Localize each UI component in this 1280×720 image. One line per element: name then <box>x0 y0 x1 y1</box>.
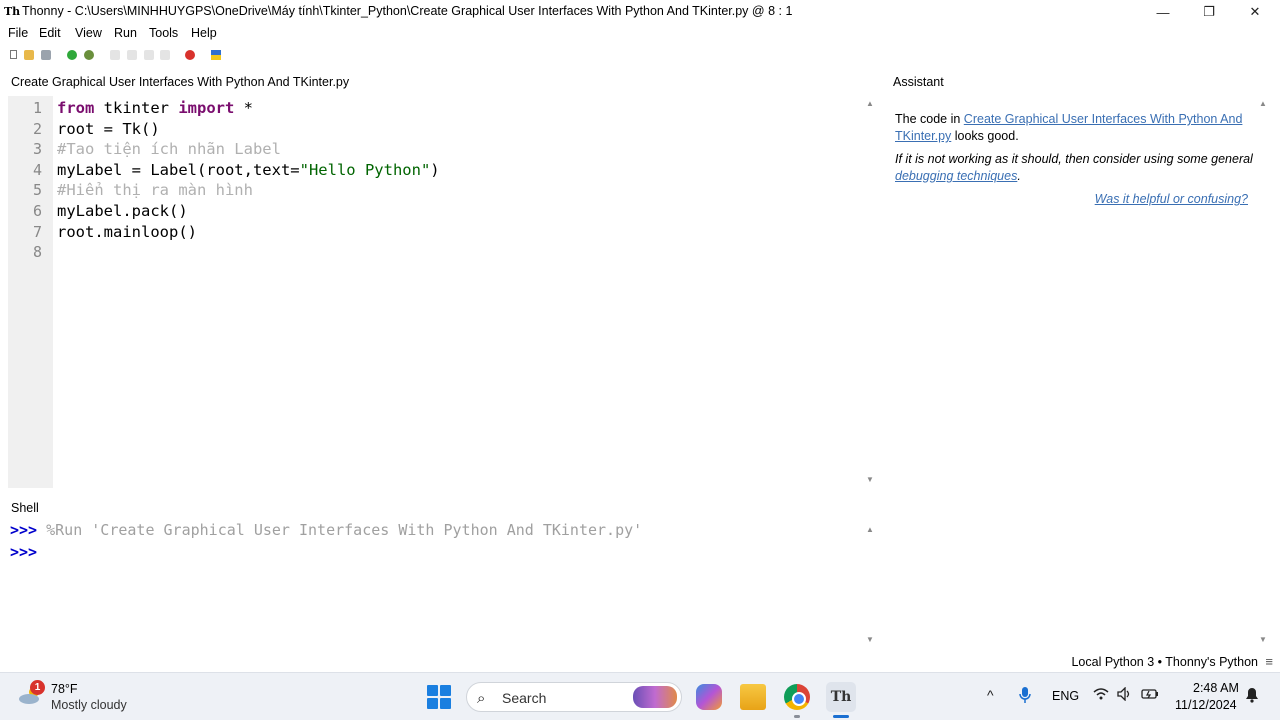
menu-view[interactable]: View <box>75 26 102 40</box>
minimize-button[interactable]: — <box>1140 0 1186 24</box>
thonny-taskbar-icon[interactable]: Th <box>826 682 856 712</box>
shell-prompt: >>> <box>10 543 38 561</box>
code-line-2: root = Tk() <box>57 119 160 138</box>
assistant-text: The code in <box>895 112 964 126</box>
menu-edit[interactable]: Edit <box>39 26 61 40</box>
shell-scroll-up-icon[interactable]: ▲ <box>866 525 874 534</box>
window-title: Thonny - C:\Users\MINHHUYGPS\OneDrive\Má… <box>22 4 793 18</box>
code-text: ) <box>430 160 440 179</box>
ukraine-flag-bottom-icon <box>211 55 221 60</box>
weather-temperature[interactable]: 78°F <box>51 682 78 696</box>
maximize-button[interactable]: ❐ <box>1186 0 1232 24</box>
assistant-text: looks good. <box>951 129 1019 143</box>
line-number: 8 <box>32 243 42 262</box>
string-literal: "Hello Python" <box>299 160 431 179</box>
tray-chevron-icon[interactable]: ^ <box>987 687 994 703</box>
open-file-icon[interactable] <box>24 50 34 60</box>
new-file-icon[interactable] <box>10 50 17 59</box>
file-explorer-icon[interactable] <box>740 684 766 710</box>
running-indicator <box>794 715 800 718</box>
search-placeholder: Search <box>502 690 547 706</box>
windows-start-icon[interactable] <box>427 685 451 709</box>
line-number: 2 <box>32 119 42 138</box>
status-bar: Local Python 3 • Thonny's Python ≡ <box>0 652 1280 672</box>
shell-input-line[interactable]: >>> <box>10 543 37 561</box>
assistant-text: . <box>1017 169 1021 183</box>
notification-bell-icon[interactable] <box>1245 687 1259 703</box>
weather-condition[interactable]: Mostly cloudy <box>51 698 127 712</box>
step-over-icon[interactable] <box>110 50 120 60</box>
debug-icon[interactable] <box>84 50 94 60</box>
active-indicator <box>833 715 849 718</box>
code-line-1: from tkinter import * <box>57 98 253 119</box>
status-menu-icon[interactable]: ≡ <box>1265 654 1273 669</box>
interpreter-status[interactable]: Local Python 3 • Thonny's Python <box>1071 655 1258 669</box>
code-text: tkinter <box>94 99 179 117</box>
search-highlight-image <box>633 686 677 708</box>
taskbar-search[interactable]: ⌕ Search <box>466 682 682 712</box>
stop-icon[interactable] <box>185 50 195 60</box>
code-text: * <box>234 99 253 117</box>
code-line-6: myLabel.pack() <box>57 202 188 220</box>
clock-date[interactable]: 11/12/2024 <box>1175 698 1237 712</box>
code-line-7: root.mainloop() <box>57 222 197 241</box>
line-number: 4 <box>32 160 42 179</box>
line-number: 7 <box>32 222 42 241</box>
menu-help[interactable]: Help <box>191 26 217 40</box>
code-line-4: myLabel = Label(root,text="Hello Python"… <box>57 160 440 181</box>
menu-tools[interactable]: Tools <box>149 26 178 40</box>
save-file-icon[interactable] <box>41 50 51 60</box>
shell-scroll-down-icon[interactable]: ▼ <box>866 635 874 644</box>
shell-command: %Run 'Create Graphical User Interfaces W… <box>37 521 643 539</box>
toolbar <box>0 46 1280 66</box>
shell-history-line: >>> %Run 'Create Graphical User Interfac… <box>10 521 642 539</box>
code-editor[interactable]: from tkinter import * root = Tk() #Tao t… <box>57 96 857 488</box>
menu-bar: File Edit View Run Tools Help <box>0 24 1280 44</box>
close-button[interactable]: ✕ <box>1232 0 1278 24</box>
assistant-scroll-up-icon[interactable]: ▲ <box>1259 99 1267 108</box>
run-icon[interactable] <box>67 50 77 60</box>
code-line-5: #Hiển thị ra màn hình <box>57 181 253 200</box>
microphone-icon[interactable] <box>1019 687 1031 703</box>
taskbar: 1 78°F Mostly cloudy ⌕ Search Th ^ ENG 2… <box>0 672 1280 720</box>
assistant-scroll-down-icon[interactable]: ▼ <box>1259 635 1267 644</box>
thonny-logo-icon: Th <box>4 5 21 18</box>
editor-scroll-down-icon[interactable]: ▼ <box>866 475 874 484</box>
code-line-3: #Tao tiện ích nhãn Label <box>57 140 281 159</box>
line-number: 3 <box>32 140 42 159</box>
feedback-link[interactable]: Was it helpful or confusing? <box>1095 192 1248 206</box>
battery-icon[interactable] <box>1141 687 1159 701</box>
search-icon: ⌕ <box>477 690 486 707</box>
step-into-icon[interactable] <box>127 50 137 60</box>
copilot-icon[interactable] <box>696 684 722 710</box>
line-number: 6 <box>32 202 42 220</box>
resume-icon[interactable] <box>160 50 170 60</box>
notification-badge: 1 <box>30 680 45 695</box>
keyword: from <box>57 99 95 117</box>
menu-file[interactable]: File <box>8 26 28 40</box>
line-number: 5 <box>32 181 42 200</box>
editor-scroll-up-icon[interactable]: ▲ <box>866 99 874 108</box>
line-number-gutter: 1 2 3 4 5 6 7 8 <box>8 96 53 488</box>
shell-prompt: >>> <box>10 521 38 539</box>
title-bar: Th Thonny - C:\Users\MINHHUYGPS\OneDrive… <box>0 0 1280 24</box>
volume-icon[interactable] <box>1117 687 1133 701</box>
clock-time[interactable]: 2:48 AM <box>1193 681 1239 695</box>
step-out-icon[interactable] <box>144 50 154 60</box>
code-text: myLabel = Label(root,text= <box>57 160 300 179</box>
editor-tab[interactable]: Create Graphical User Interfaces With Py… <box>11 75 349 89</box>
chrome-icon[interactable] <box>784 684 810 710</box>
assistant-text: If it is not working as it should, then … <box>895 152 1253 166</box>
language-indicator[interactable]: ENG <box>1052 689 1079 703</box>
debugging-link[interactable]: debugging techniques <box>895 169 1017 183</box>
wifi-icon[interactable] <box>1093 687 1109 701</box>
line-number: 1 <box>32 99 42 117</box>
keyword: import <box>178 99 235 117</box>
assistant-message: The code in Create Graphical User Interf… <box>895 111 1255 185</box>
menu-run[interactable]: Run <box>114 26 137 40</box>
shell-label: Shell <box>11 501 39 515</box>
assistant-title: Assistant <box>893 75 944 89</box>
